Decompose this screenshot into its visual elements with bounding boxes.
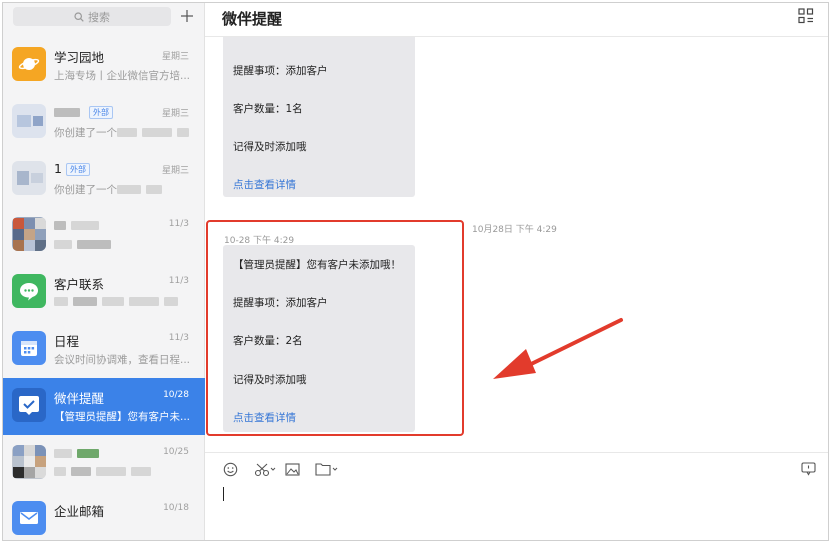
composer[interactable]: [205, 452, 828, 540]
conversation-time: 星期三: [161, 52, 189, 62]
text-cursor: [223, 487, 224, 501]
search-placeholder: 搜索: [88, 10, 110, 24]
chat-panel: 微伴提醒 提醒事项：添加客户 客户数量：1名 记得及时添加哦 点击查看详情 10…: [205, 3, 828, 540]
avatar: [12, 274, 46, 309]
avatar: [12, 217, 46, 252]
divider-time: 10月28日 下午 4:29: [472, 225, 557, 235]
message-item-line: 提醒事项：添加客户: [233, 65, 328, 77]
app-window: 搜索 学习园地 星期三 上海专场丨企业微信官方培... 外部 星期三 你创建了一…: [2, 2, 829, 541]
grid-button[interactable]: [798, 8, 814, 24]
planet-icon: [18, 58, 40, 70]
external-badge: 外部: [65, 162, 90, 176]
avatar: [12, 444, 46, 479]
chat-header: 微伴提醒: [205, 3, 828, 37]
conversation-title: 日程: [54, 333, 80, 349]
conversation-time: 11/3: [168, 332, 189, 343]
file-button[interactable]: [315, 461, 339, 477]
avatar: [12, 330, 46, 365]
message-count-line: 客户数量：1名: [233, 103, 303, 115]
list-item[interactable]: 1 外部 星期三 你创建了一个: [3, 151, 205, 208]
search-input[interactable]: 搜索: [13, 7, 171, 26]
conversation-time: 11/3: [168, 219, 189, 230]
view-details-link[interactable]: 点击查看详情: [233, 177, 296, 192]
conversation-preview: 你创建了一个: [54, 182, 189, 197]
conversation-title: 1 外部: [54, 161, 90, 176]
conversation-preview: 【管理员提醒】您有客户未...: [54, 410, 189, 423]
avatar: [12, 160, 46, 195]
search-row: 搜索: [3, 3, 205, 31]
conversation-title: 外部: [54, 104, 113, 119]
conversation-preview: 会议时间协调难，查看日程...: [54, 353, 189, 366]
conversation-preview: 上海专场丨企业微信官方培...: [54, 70, 189, 82]
conversation-time: 10/28: [163, 389, 189, 400]
image-icon: [285, 462, 300, 476]
message-area: 提醒事项：添加客户 客户数量：1名 记得及时添加哦 点击查看详情 10月28日 …: [205, 37, 828, 452]
message-button[interactable]: [801, 461, 816, 477]
page-title: 微伴提醒: [222, 10, 283, 28]
emoji-button[interactable]: [223, 461, 238, 477]
conversation-preview: [54, 295, 189, 307]
highlight-box: [206, 220, 464, 436]
screenshot-button[interactable]: [254, 461, 276, 477]
message-reminder-line: 记得及时添加哦: [233, 141, 307, 153]
conversation-title: 微伴提醒: [54, 390, 105, 406]
list-item[interactable]: 学习园地 星期三 上海专场丨企业微信官方培...: [3, 37, 205, 94]
list-item[interactable]: 客户联系 11/3: [3, 264, 205, 321]
avatar: [12, 103, 46, 138]
plus-icon: [181, 10, 193, 22]
conversation-title: 学习园地: [54, 50, 105, 65]
mail-icon: [20, 512, 38, 525]
search-icon: [74, 11, 84, 22]
conversation-time: 10/18: [163, 503, 189, 514]
conversation-time: 11/3: [168, 276, 189, 287]
list-item-active[interactable]: 微伴提醒 10/28 【管理员提醒】您有客户未...: [3, 377, 205, 435]
conversation-list: 学习园地 星期三 上海专场丨企业微信官方培... 外部 星期三 你创建了一个 1…: [3, 37, 205, 540]
checkmark-icon: [19, 395, 39, 415]
conversation-preview: [54, 238, 189, 250]
conversation-title: 客户联系: [54, 277, 105, 293]
avatar: [12, 501, 46, 536]
conversation-preview: 你创建了一个: [54, 125, 189, 140]
add-button[interactable]: [177, 5, 197, 27]
avatar: [12, 387, 46, 422]
list-item[interactable]: 11/3: [3, 207, 205, 264]
calendar-icon: [21, 340, 37, 356]
list-item[interactable]: 日程 11/3 会议时间协调难，查看日程...: [3, 321, 205, 378]
conversation-title: [54, 445, 104, 460]
list-item[interactable]: 10/25: [3, 435, 205, 492]
scissors-icon: [254, 463, 276, 476]
message-icon: [801, 462, 816, 476]
conversation-preview: [54, 466, 189, 478]
list-item[interactable]: 企业邮箱 10/18: [3, 491, 205, 540]
list-item[interactable]: 外部 星期三 你创建了一个: [3, 94, 205, 151]
grid-icon: [798, 8, 814, 24]
conversation-time: 星期三: [161, 165, 189, 176]
avatar: [12, 47, 46, 81]
conversation-time: 星期三: [161, 108, 189, 119]
external-badge: 外部: [89, 105, 113, 119]
conversation-title: [54, 217, 104, 232]
conversation-time: 10/25: [163, 446, 189, 457]
message-card: 提醒事项：添加客户 客户数量：1名 记得及时添加哦 点击查看详情: [223, 37, 415, 197]
folder-icon: [315, 463, 338, 476]
conversation-title: 企业邮箱: [54, 504, 105, 520]
image-button[interactable]: [285, 461, 300, 477]
chat-bubble-icon: [20, 283, 38, 301]
emoji-icon: [223, 462, 238, 476]
sidebar: 搜索 学习园地 星期三 上海专场丨企业微信官方培... 外部 星期三 你创建了一…: [3, 3, 205, 540]
